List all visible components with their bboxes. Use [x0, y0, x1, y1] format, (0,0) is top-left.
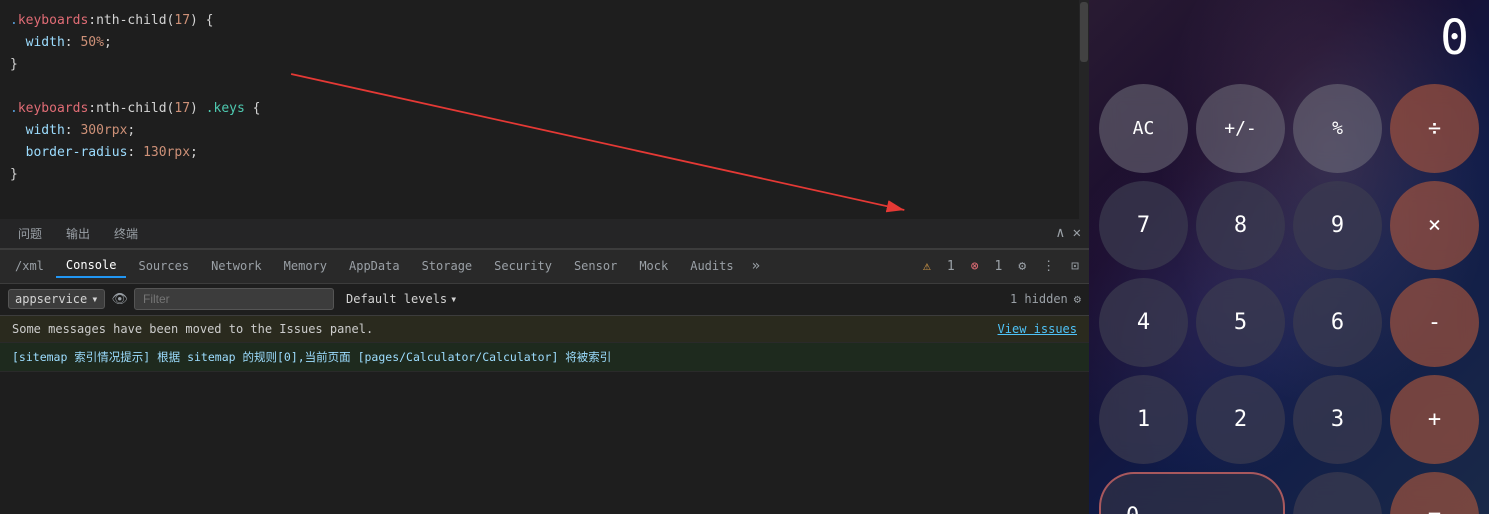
close-icon[interactable]: ✕ — [1073, 225, 1081, 241]
code-line-7: border-radius: 130rpx; — [0, 142, 1089, 164]
tab-xml[interactable]: /xml — [5, 255, 54, 277]
issues-message-text: Some messages have been moved to the Iss… — [12, 322, 373, 336]
code-line-8: } — [0, 164, 1089, 186]
calc-btn-5[interactable]: 5 — [1196, 278, 1285, 367]
levels-arrow-icon: ▾ — [450, 292, 457, 306]
calc-btn-percent[interactable]: % — [1293, 84, 1382, 173]
scrollbar-thumb[interactable] — [1080, 2, 1088, 62]
settings-console-icon[interactable]: ⚙ — [1074, 292, 1081, 306]
calc-btn-add[interactable]: + — [1390, 375, 1479, 464]
tab-appdata[interactable]: AppData — [339, 255, 410, 277]
tab-icons: ⚠ 1 ⊗ 1 ⚙ ⋮ ⊡ — [918, 256, 1084, 277]
calc-btn-9[interactable]: 9 — [1293, 181, 1382, 270]
calc-btn-divide[interactable]: ÷ — [1390, 84, 1479, 173]
calc-btn-4[interactable]: 4 — [1099, 278, 1188, 367]
devtools-tabs-bar: /xml Console Sources Network Memory AppD… — [0, 249, 1089, 284]
issues-message-row: Some messages have been moved to the Iss… — [0, 316, 1089, 343]
code-editor: .keyboards:nth-child(17) { width: 50%; }… — [0, 0, 1089, 219]
tab-mock[interactable]: Mock — [629, 255, 678, 277]
calc-btn-ac[interactable]: AC — [1099, 84, 1188, 173]
sitemap-message-text: [sitemap 索引情况提示] 根据 sitemap 的规则[0],当前页面 … — [12, 350, 611, 364]
devtools-panel: .keyboards:nth-child(17) { width: 50%; }… — [0, 0, 1089, 514]
calc-btn-8[interactable]: 8 — [1196, 181, 1285, 270]
code-line-4 — [0, 76, 1089, 98]
tab-output[interactable]: 输出 — [56, 222, 100, 245]
calc-btn-6[interactable]: 6 — [1293, 278, 1382, 367]
calc-btn-3[interactable]: 3 — [1293, 375, 1382, 464]
tab-audits[interactable]: Audits — [680, 255, 743, 277]
calc-btn-equals[interactable]: = — [1390, 472, 1479, 514]
calc-btn-subtract[interactable]: - — [1390, 278, 1479, 367]
calc-btn-2[interactable]: 2 — [1196, 375, 1285, 464]
calc-btn-0[interactable]: 0 — [1099, 472, 1285, 514]
levels-dropdown[interactable]: Default levels ▾ — [340, 290, 463, 308]
tab-network[interactable]: Network — [201, 255, 272, 277]
code-line-5: .keyboards:nth-child(17) .keys { — [0, 98, 1089, 120]
error-count: 1 — [990, 256, 1008, 277]
levels-label: Default levels — [346, 292, 447, 306]
collapse-icon[interactable]: ∧ — [1056, 225, 1064, 241]
calc-buttons-grid: AC +/- % ÷ 7 8 9 × 4 5 6 - 1 2 3 + 0 . = — [1089, 76, 1489, 514]
code-line-3: } — [0, 54, 1089, 76]
filter-input[interactable] — [134, 288, 334, 310]
calc-btn-dot[interactable]: . — [1293, 472, 1382, 514]
hidden-count-text: 1 hidden — [1010, 292, 1068, 306]
tab-terminal[interactable]: 终端 — [104, 222, 148, 245]
sitemap-message-row: [sitemap 索引情况提示] 根据 sitemap 的规则[0],当前页面 … — [0, 343, 1089, 372]
bottom-tabs-bar: 问题 输出 终端 ∧ ✕ — [0, 219, 1089, 249]
calc-content: 0 AC +/- % ÷ 7 8 9 × 4 5 6 - 1 2 3 + 0 . — [1089, 0, 1489, 514]
hidden-count-area: 1 hidden ⚙ — [1010, 292, 1081, 306]
code-line-2: width: 50%; — [0, 32, 1089, 54]
tab-console[interactable]: Console — [56, 254, 127, 278]
bottom-controls: ∧ ✕ — [1056, 225, 1081, 241]
tab-security[interactable]: Security — [484, 255, 562, 277]
tab-storage[interactable]: Storage — [412, 255, 483, 277]
calc-btn-7[interactable]: 7 — [1099, 181, 1188, 270]
warning-icon[interactable]: ⚠ — [918, 256, 936, 277]
dropdown-arrow-icon: ▾ — [91, 292, 98, 306]
calc-btn-plusminus[interactable]: +/- — [1196, 84, 1285, 173]
calc-btn-multiply[interactable]: × — [1390, 181, 1479, 270]
service-label: appservice — [15, 292, 87, 306]
calc-display-value: 0 — [1440, 10, 1469, 66]
eye-icon[interactable]: 👁 — [111, 292, 128, 307]
tab-issues[interactable]: 问题 — [8, 222, 52, 245]
view-issues-link[interactable]: View issues — [998, 322, 1077, 336]
calc-btn-1[interactable]: 1 — [1099, 375, 1188, 464]
tab-sensor[interactable]: Sensor — [564, 255, 627, 277]
service-selector[interactable]: appservice ▾ — [8, 289, 105, 309]
tab-sources[interactable]: Sources — [128, 255, 199, 277]
console-messages: Some messages have been moved to the Iss… — [0, 316, 1089, 514]
code-text: . — [10, 10, 18, 32]
scrollbar[interactable] — [1079, 0, 1089, 219]
calculator-panel: 0 AC +/- % ÷ 7 8 9 × 4 5 6 - 1 2 3 + 0 . — [1089, 0, 1489, 514]
error-icon[interactable]: ⊗ — [966, 256, 984, 277]
dock-icon[interactable]: ⊡ — [1066, 256, 1084, 277]
calc-display: 0 — [1089, 0, 1489, 76]
code-line-1: .keyboards:nth-child(17) { — [0, 10, 1089, 32]
console-toolbar: appservice ▾ 👁 Default levels ▾ 1 hidden… — [0, 284, 1089, 316]
tab-memory[interactable]: Memory — [274, 255, 337, 277]
tab-more-icon[interactable]: » — [746, 254, 766, 278]
code-line-6: width: 300rpx; — [0, 120, 1089, 142]
vertical-dots-icon[interactable]: ⋮ — [1037, 256, 1060, 277]
settings-icon[interactable]: ⚙ — [1013, 256, 1031, 277]
warning-count: 1 — [942, 256, 960, 277]
